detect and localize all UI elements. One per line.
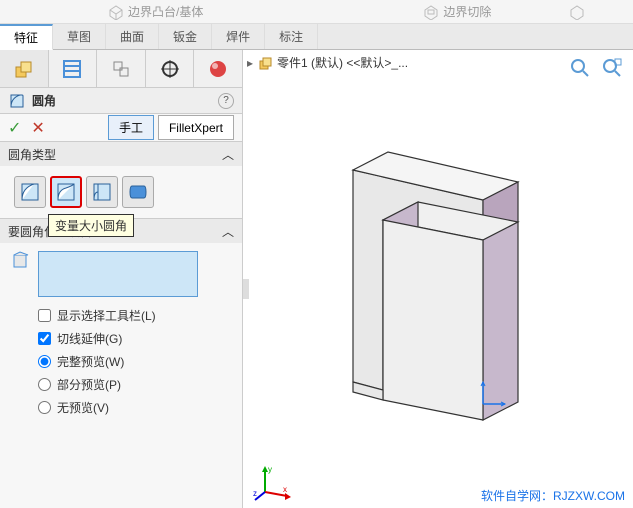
svg-text:x: x: [283, 485, 287, 494]
tab-weldment[interactable]: 焊件: [212, 24, 265, 49]
no-preview-radio[interactable]: 无预览(V): [38, 399, 232, 416]
full-round-fillet-button[interactable]: [122, 176, 154, 208]
tangent-input[interactable]: [38, 332, 51, 345]
tab-feature[interactable]: 特征: [0, 24, 53, 50]
tab-sketch[interactable]: 草图: [53, 24, 106, 49]
tab-featuretree[interactable]: [0, 50, 49, 87]
extrude-icon: [108, 4, 124, 20]
variable-fillet-button[interactable]: 变量大小圆角: [50, 176, 82, 208]
tab-configmanager[interactable]: [97, 50, 146, 87]
fillet-type-section: 圆角类型 ︿ 变量大小圆角: [0, 142, 242, 219]
coordinate-system-icon: y x z: [253, 462, 293, 502]
extrude-label: 边界凸台/基体: [128, 3, 203, 20]
tangent-checkbox[interactable]: 切线延伸(G): [38, 330, 232, 347]
full-preview-radio[interactable]: 完整预览(W): [38, 353, 232, 370]
tab-annotation[interactable]: 标注: [265, 24, 318, 49]
collapse-fillettype-button[interactable]: ︿: [222, 146, 234, 163]
face-fillet-button[interactable]: [86, 176, 118, 208]
constant-fillet-button[interactable]: [14, 176, 46, 208]
origin-marker: [479, 378, 509, 408]
part-name[interactable]: 零件1 (默认) <<默认>_...: [277, 54, 408, 71]
partial-preview-input[interactable]: [38, 378, 51, 391]
cut-label: 边界切除: [443, 3, 491, 20]
full-preview-input[interactable]: [38, 355, 51, 368]
filletxpert-mode-button[interactable]: FilletXpert: [158, 115, 234, 140]
tab-dimxpert[interactable]: [146, 50, 195, 87]
tab-surface[interactable]: 曲面: [106, 24, 159, 49]
panel-splitter[interactable]: [243, 279, 249, 299]
partial-preview-radio[interactable]: 部分预览(P): [38, 376, 232, 393]
panel-view-tabs: [0, 50, 242, 88]
watermark: 软件自学网：RJZXW.COM: [481, 487, 625, 504]
ok-button[interactable]: ✓: [8, 118, 21, 138]
items-section: 要圆角化的项目 ︿ 显示选择工具栏(L) 切: [0, 219, 242, 424]
feature-header: 圆角 ?: [0, 88, 242, 114]
tab-appearance[interactable]: [194, 50, 242, 87]
fillet-type-title: 圆角类型: [8, 146, 56, 163]
selection-icon: [10, 251, 30, 271]
selection-list[interactable]: [38, 251, 198, 297]
viewport[interactable]: ▸ 零件1 (默认) <<默认>_...: [243, 50, 633, 508]
zoom-area-button[interactable]: [599, 56, 625, 78]
variable-fillet-tooltip: 变量大小圆角: [48, 214, 134, 237]
misc-icon: [569, 4, 585, 20]
collapse-items-button[interactable]: ︿: [222, 223, 234, 240]
tab-propertymanager[interactable]: [49, 50, 98, 87]
show-toolbar-checkbox[interactable]: 显示选择工具栏(L): [38, 307, 232, 324]
command-tabs: 特征 草图 曲面 钣金 焊件 标注: [0, 24, 633, 50]
svg-text:y: y: [268, 465, 272, 474]
help-button[interactable]: ?: [218, 93, 234, 109]
cut-icon: [423, 4, 439, 20]
fillet-icon: [8, 92, 26, 110]
zoom-fit-button[interactable]: [567, 56, 593, 78]
property-panel: 圆角 ? ✓ ✕ 手工 FilletXpert 圆角类型 ︿ 变量大: [0, 50, 243, 508]
part-icon: [257, 55, 273, 71]
tree-expand-icon[interactable]: ▸: [247, 56, 253, 70]
no-preview-input[interactable]: [38, 401, 51, 414]
top-toolbar: 边界凸台/基体 边界切除: [0, 0, 633, 24]
manual-mode-button[interactable]: 手工: [108, 115, 154, 140]
model-3d[interactable]: [293, 110, 583, 430]
show-toolbar-input[interactable]: [38, 309, 51, 322]
tab-sheetmetal[interactable]: 钣金: [159, 24, 212, 49]
ok-cancel-bar: ✓ ✕ 手工 FilletXpert: [0, 114, 242, 142]
view-controls: [567, 56, 625, 78]
flyout-tree[interactable]: ▸ 零件1 (默认) <<默认>_...: [247, 54, 408, 71]
cancel-button[interactable]: ✕: [31, 118, 44, 138]
feature-title: 圆角: [32, 92, 56, 109]
svg-text:z: z: [253, 489, 257, 498]
